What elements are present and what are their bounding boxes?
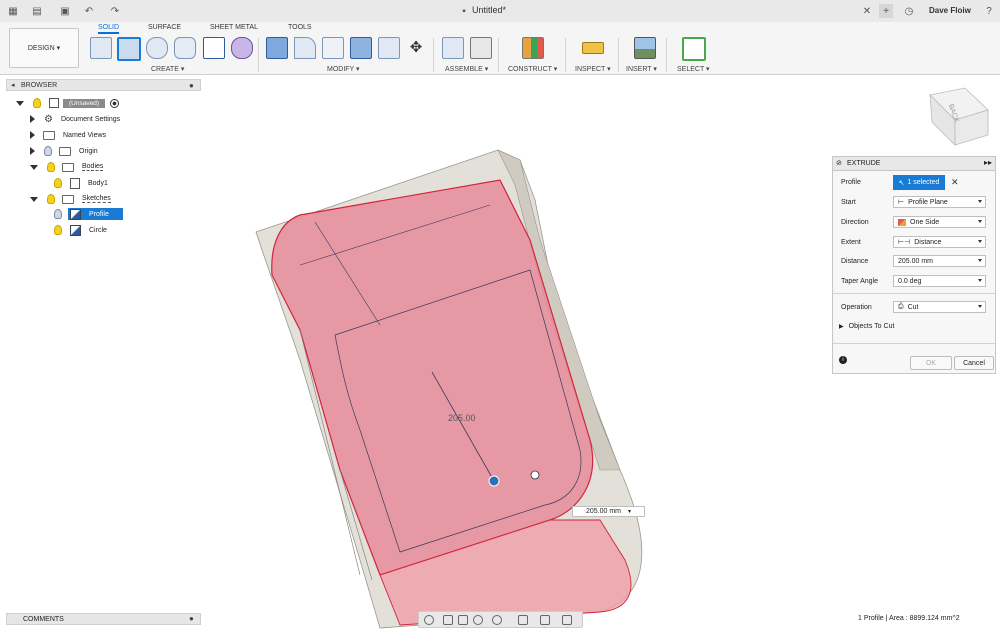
cursor-arrow-icon: ↖ — [898, 179, 905, 187]
operation-dropdown[interactable]: ⎙ Cut — [893, 301, 986, 313]
expand-panel-icon[interactable]: ▸▸ — [984, 158, 992, 167]
zoom-icon[interactable] — [473, 615, 483, 625]
dimension-label[interactable]: 205.00 — [448, 413, 476, 423]
distance-value: 205.00 mm — [898, 257, 934, 265]
cancel-button[interactable]: Cancel — [954, 356, 994, 370]
look-at-icon[interactable] — [443, 615, 453, 625]
distance-extent-icon: ⊢⊣ — [898, 239, 911, 246]
distance-input-value: 205.00 mm — [585, 508, 621, 515]
distance-label: Distance — [841, 258, 869, 265]
extent-value: Distance — [914, 238, 942, 246]
chevron-down-icon[interactable]: ▾ — [628, 508, 631, 515]
operation-label: Operation — [841, 304, 872, 311]
selection-status: 1 Profile | Area : 8899.124 mm^2 — [858, 615, 960, 622]
comments-title: COMMENTS — [23, 616, 64, 623]
profile-plane-icon: ⊢ — [898, 199, 905, 206]
orbit-icon[interactable] — [424, 615, 434, 625]
info-icon[interactable]: i — [839, 356, 847, 364]
divider — [833, 343, 995, 344]
divider — [833, 293, 995, 294]
expand-arrow-icon[interactable]: ▶ — [839, 323, 844, 330]
profile-label: Profile — [841, 179, 861, 186]
start-value: Profile Plane — [908, 198, 948, 206]
extrude-dialog: ⊘ EXTRUDE ▸▸ Profile ↖ 1 selected ✕ Star… — [832, 156, 996, 374]
pan-hand-icon[interactable] — [458, 615, 468, 625]
distance-field[interactable]: 205.00 mm — [893, 255, 986, 267]
taper-angle-value: 0.0 deg — [898, 277, 922, 285]
navigation-bar — [418, 611, 583, 628]
distance-input-field[interactable]: 205.00 mm ▾ — [572, 506, 645, 517]
display-settings-icon[interactable] — [518, 615, 528, 625]
clear-selection-icon[interactable]: ✕ — [951, 177, 959, 188]
one-side-icon — [898, 218, 906, 226]
taper-angle-label: Taper Angle — [841, 278, 878, 285]
pin-icon[interactable]: ⊘ — [836, 159, 842, 167]
cut-icon: ⎙ — [898, 303, 904, 310]
start-dropdown[interactable]: ⊢ Profile Plane — [893, 196, 986, 208]
fit-icon[interactable] — [492, 615, 502, 625]
profile-selection-button[interactable]: ↖ 1 selected — [893, 175, 945, 190]
cursor-hand-icon — [530, 470, 540, 480]
operation-value: Cut — [907, 303, 919, 311]
profile-selection-value: 1 selected — [907, 179, 940, 186]
extrude-header[interactable]: ⊘ EXTRUDE ▸▸ — [833, 157, 995, 171]
objects-to-cut-row[interactable]: ▶ Objects To Cut — [839, 323, 894, 330]
taper-angle-field[interactable]: 0.0 deg — [893, 275, 986, 287]
viewports-icon[interactable] — [562, 615, 572, 625]
start-label: Start — [841, 199, 856, 206]
direction-label: Direction — [841, 219, 869, 226]
extrude-title: EXTRUDE — [847, 160, 881, 167]
distance-manipulator-icon[interactable] — [488, 475, 500, 487]
objects-to-cut-label: Objects To Cut — [848, 323, 895, 330]
direction-dropdown[interactable]: One Side — [893, 216, 986, 228]
direction-value: One Side — [910, 218, 940, 226]
viewcube[interactable]: BACK — [929, 87, 989, 146]
grid-icon[interactable] — [540, 615, 550, 625]
comments-panel[interactable]: COMMENTS ● — [6, 613, 201, 625]
ok-button[interactable]: OK — [910, 356, 952, 370]
selected-profile-region[interactable] — [271, 179, 594, 576]
extent-label: Extent — [841, 239, 861, 246]
extent-dropdown[interactable]: ⊢⊣ Distance — [893, 236, 986, 248]
comments-toggle-icon[interactable]: ● — [189, 614, 194, 623]
